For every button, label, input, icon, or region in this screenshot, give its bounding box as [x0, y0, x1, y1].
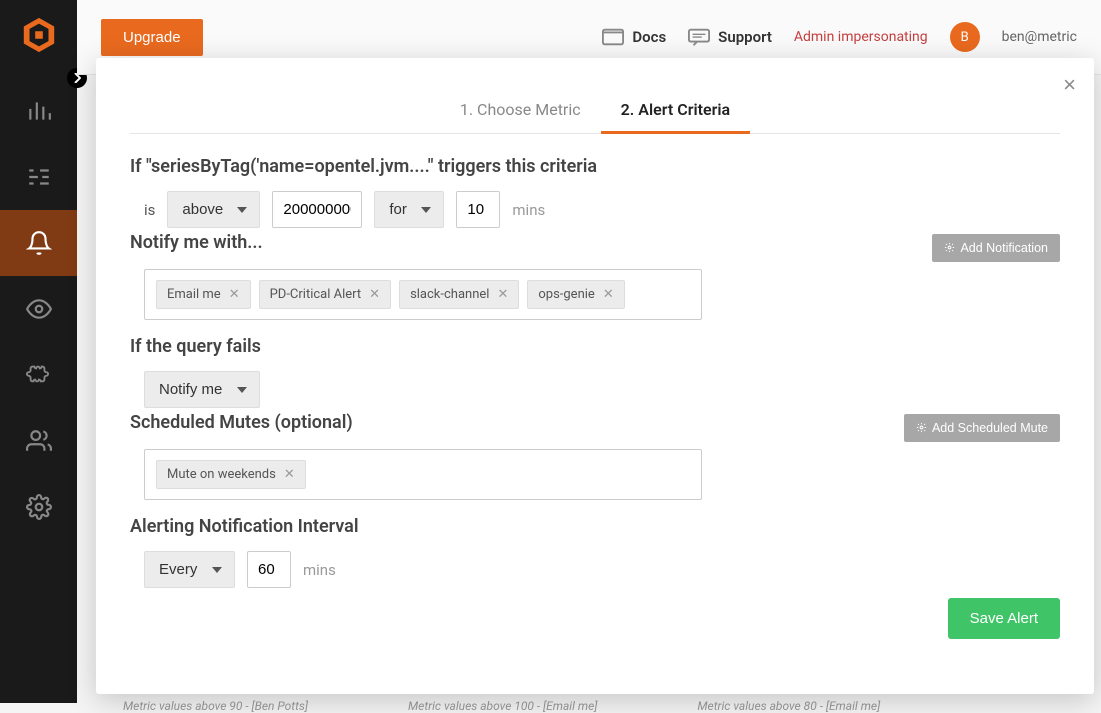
chip-remove-icon[interactable]: ✕ — [229, 287, 240, 302]
save-alert-button[interactable]: Save Alert — [948, 598, 1060, 639]
add-notification-button[interactable]: Add Notification — [932, 234, 1060, 262]
support-label: Support — [718, 28, 772, 46]
chip-label: slack-channel — [410, 287, 489, 302]
duration-unit: mins — [512, 201, 545, 219]
tab-alert-criteria[interactable]: 2. Alert Criteria — [601, 88, 750, 134]
close-button[interactable]: × — [1063, 72, 1076, 98]
chip-label: Mute on weekends — [167, 467, 276, 482]
chip-label: Email me — [167, 287, 221, 302]
app-logo — [20, 16, 58, 54]
notification-chip: ops-genie ✕ — [527, 280, 624, 309]
sidebar-item-visibility[interactable] — [0, 276, 77, 342]
is-label: is — [144, 201, 155, 219]
gear-icon — [944, 242, 955, 253]
interval-mode-select[interactable]: Every — [144, 551, 235, 588]
duration-mode-select[interactable]: for — [374, 191, 444, 228]
tab-choose-metric[interactable]: 1. Choose Metric — [440, 88, 601, 134]
support-icon — [688, 28, 710, 46]
bg-alert-card: Metric values above 100 - [Email me] — [408, 699, 597, 713]
sidebar-item-traces[interactable] — [0, 144, 77, 210]
sidebar-item-users[interactable] — [0, 408, 77, 474]
bg-alert-card: Metric values above 80 - [Email me] — [697, 699, 880, 713]
query-fail-select[interactable]: Notify me — [144, 371, 260, 408]
sidebar-item-integrations[interactable] — [0, 342, 77, 408]
interval-heading: Alerting Notification Interval — [130, 516, 1060, 537]
topbar-right: Docs Support Admin impersonating B ben@m… — [602, 22, 1077, 52]
sidebar — [0, 0, 77, 703]
support-link[interactable]: Support — [688, 28, 772, 46]
gear-icon — [916, 422, 927, 433]
bg-alert-card: Metric values above 90 - [Ben Potts] — [123, 699, 308, 713]
threshold-input[interactable] — [272, 191, 362, 228]
user-email: ben@metric — [1002, 29, 1077, 45]
admin-impersonating[interactable]: Admin impersonating — [794, 29, 928, 45]
add-scheduled-mute-label: Add Scheduled Mute — [932, 421, 1048, 435]
interval-value-input[interactable] — [247, 551, 291, 588]
chip-label: ops-genie — [538, 287, 594, 302]
avatar[interactable]: B — [950, 22, 980, 52]
criteria-row: is above for mins — [130, 191, 1060, 228]
chip-remove-icon[interactable]: ✕ — [284, 467, 295, 482]
alert-criteria-modal: × 1. Choose Metric 2. Alert Criteria If … — [96, 58, 1094, 694]
modal-tabs: 1. Choose Metric 2. Alert Criteria — [130, 58, 1060, 134]
notification-chip: PD-Critical Alert ✕ — [259, 280, 391, 309]
interval-unit: mins — [303, 561, 336, 579]
docs-icon — [602, 28, 624, 46]
sidebar-item-alerts[interactable] — [0, 210, 77, 276]
criteria-heading: If "seriesByTag('name=opentel.jvm...." t… — [130, 156, 1060, 177]
notification-chip: slack-channel ✕ — [399, 280, 519, 309]
mute-chips[interactable]: Mute on weekends ✕ — [144, 449, 702, 500]
docs-label: Docs — [632, 28, 666, 46]
sidebar-item-settings[interactable] — [0, 474, 77, 540]
chip-label: PD-Critical Alert — [270, 287, 362, 302]
sidebar-item-metrics[interactable] — [0, 78, 77, 144]
notify-heading: Notify me with... — [130, 232, 263, 253]
add-scheduled-mute-button[interactable]: Add Scheduled Mute — [904, 414, 1060, 442]
chip-remove-icon[interactable]: ✕ — [603, 287, 614, 302]
duration-input[interactable] — [456, 191, 500, 228]
chip-remove-icon[interactable]: ✕ — [497, 287, 508, 302]
comparator-select[interactable]: above — [167, 191, 260, 228]
notification-chips[interactable]: Email me ✕ PD-Critical Alert ✕ slack-cha… — [144, 269, 702, 320]
notification-chip: Email me ✕ — [156, 280, 251, 309]
chip-remove-icon[interactable]: ✕ — [369, 287, 380, 302]
mute-chip: Mute on weekends ✕ — [156, 460, 306, 489]
docs-link[interactable]: Docs — [602, 28, 666, 46]
query-fail-heading: If the query fails — [130, 336, 1060, 357]
mutes-heading: Scheduled Mutes (optional) — [130, 412, 353, 433]
add-notification-label: Add Notification — [960, 241, 1048, 255]
upgrade-button[interactable]: Upgrade — [101, 19, 203, 56]
